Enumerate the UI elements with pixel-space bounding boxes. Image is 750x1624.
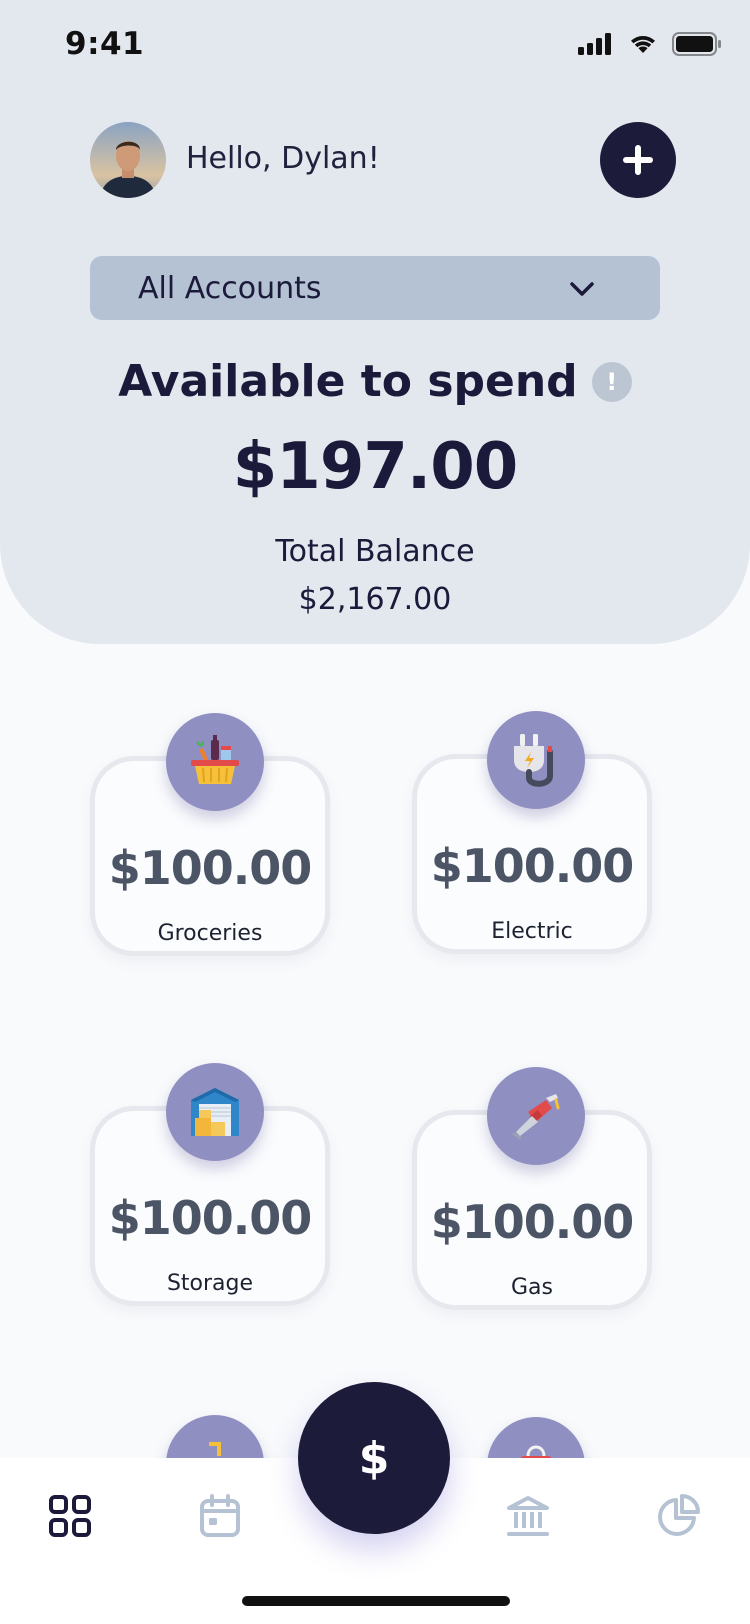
add-transaction-button[interactable]: $	[298, 1382, 450, 1534]
category-label: Groceries	[157, 921, 263, 946]
info-icon[interactable]: !	[591, 361, 632, 402]
accounts-select[interactable]: All Accounts	[90, 256, 660, 320]
available-title: Available to spend	[118, 356, 578, 407]
grid-icon	[49, 1495, 91, 1537]
bank-icon	[507, 1496, 549, 1536]
nav-calendar[interactable]	[198, 1494, 242, 1538]
nav-accounts[interactable]	[506, 1494, 550, 1538]
available-to-spend-row: Available to spend !	[0, 356, 750, 407]
category-label: Storage	[166, 1271, 254, 1296]
category-amount: $100.00	[108, 1191, 313, 1245]
total-balance-amount: $2,167.00	[298, 582, 452, 617]
signal-icon	[578, 33, 611, 55]
accounts-select-value: All Accounts	[138, 271, 322, 306]
fuel-nozzle-icon	[487, 1067, 585, 1165]
status-icons	[578, 32, 722, 56]
nav-dashboard[interactable]	[48, 1494, 92, 1538]
profile-photo-icon	[90, 122, 166, 198]
avatar[interactable]	[90, 122, 166, 198]
storage-unit-icon	[166, 1063, 264, 1161]
battery-icon	[672, 32, 721, 56]
grocery-basket-icon	[166, 713, 264, 811]
wifi-icon	[631, 36, 655, 53]
nav-reports[interactable]	[656, 1494, 700, 1538]
chevron-down-icon	[570, 282, 594, 296]
home-indicator	[242, 1596, 510, 1606]
available-amount: $197.00	[232, 430, 519, 504]
category-amount: $100.00	[430, 839, 635, 893]
plus-icon	[623, 145, 653, 175]
calendar-icon	[200, 1494, 240, 1537]
total-balance-label: Total Balance	[275, 534, 475, 569]
category-amount: $100.00	[430, 1195, 635, 1249]
pie-chart-icon	[658, 1494, 700, 1536]
electric-plug-icon	[487, 711, 585, 809]
category-label: Gas	[511, 1275, 553, 1300]
category-label: Electric	[491, 919, 573, 944]
category-amount: $100.00	[108, 841, 313, 895]
add-button[interactable]	[600, 122, 676, 198]
status-time: 9:41	[65, 26, 145, 62]
greeting-text: Hello, Dylan!	[186, 141, 380, 176]
dollar-icon: $	[358, 1432, 390, 1484]
